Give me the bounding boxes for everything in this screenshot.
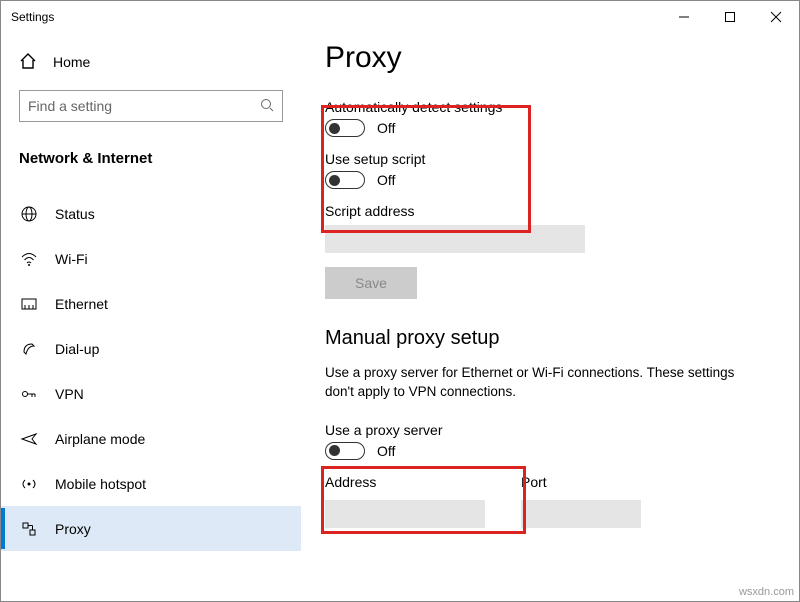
save-button[interactable]: Save — [325, 267, 417, 299]
sidebar-item-airplane[interactable]: Airplane mode — [1, 416, 301, 461]
search-row: Find a setting — [1, 89, 301, 123]
sidebar-item-label: Mobile hotspot — [55, 476, 146, 492]
category-heading: Network & Internet — [1, 143, 301, 173]
sidebar-item-label: Ethernet — [55, 296, 108, 312]
proxy-icon — [19, 520, 39, 538]
manual-description: Use a proxy server for Ethernet or Wi-Fi… — [325, 364, 745, 402]
script-address-label: Script address — [325, 203, 775, 219]
window-buttons — [661, 1, 799, 33]
minimize-button[interactable] — [661, 1, 707, 33]
sidebar-list: Status Wi-Fi Ethernet — [1, 191, 301, 551]
address-label: Address — [325, 474, 485, 490]
wifi-icon — [19, 250, 39, 268]
use-setup-label: Use setup script — [325, 151, 775, 167]
search-placeholder: Find a setting — [28, 98, 260, 114]
sidebar-item-dialup[interactable]: Dial-up — [1, 326, 301, 371]
sidebar-item-vpn[interactable]: VPN — [1, 371, 301, 416]
sidebar-item-label: Airplane mode — [55, 431, 145, 447]
home-label: Home — [53, 54, 90, 70]
close-button[interactable] — [753, 1, 799, 33]
sidebar: Home Find a setting Network & Internet S… — [1, 33, 301, 601]
auto-detect-label: Automatically detect settings — [325, 99, 775, 115]
port-input[interactable] — [521, 500, 641, 528]
ethernet-icon — [19, 295, 39, 313]
home-nav[interactable]: Home — [1, 43, 301, 81]
sidebar-item-wifi[interactable]: Wi-Fi — [1, 236, 301, 281]
sidebar-item-hotspot[interactable]: Mobile hotspot — [1, 461, 301, 506]
dialup-icon — [19, 340, 39, 358]
window-title: Settings — [11, 10, 54, 24]
use-proxy-toggle[interactable] — [325, 442, 365, 460]
use-setup-state: Off — [377, 172, 395, 188]
maximize-button[interactable] — [707, 1, 753, 33]
hotspot-icon — [19, 475, 39, 493]
address-input[interactable] — [325, 500, 485, 528]
address-port-row: Address Port — [325, 474, 775, 542]
use-proxy-toggle-row: Off — [325, 442, 775, 460]
sidebar-item-label: Status — [55, 206, 95, 222]
sidebar-item-label: VPN — [55, 386, 84, 402]
watermark: wsxdn.com — [739, 586, 794, 598]
save-button-label: Save — [355, 275, 387, 291]
sidebar-item-status[interactable]: Status — [1, 191, 301, 236]
page-title: Proxy — [325, 41, 775, 75]
content-pane: Proxy Automatically detect settings Off … — [301, 33, 799, 601]
sidebar-item-ethernet[interactable]: Ethernet — [1, 281, 301, 326]
search-icon — [260, 98, 274, 115]
auto-detect-state: Off — [377, 120, 395, 136]
sidebar-item-label: Proxy — [55, 521, 91, 537]
home-icon — [19, 52, 37, 73]
search-input[interactable]: Find a setting — [19, 90, 283, 122]
auto-detect-toggle[interactable] — [325, 119, 365, 137]
use-proxy-label: Use a proxy server — [325, 422, 775, 438]
globe-icon — [19, 205, 39, 223]
port-label: Port — [521, 474, 641, 490]
sidebar-item-proxy[interactable]: Proxy — [1, 506, 301, 551]
use-setup-toggle[interactable] — [325, 171, 365, 189]
airplane-icon — [19, 430, 39, 448]
settings-window: Settings Home Find a set — [0, 0, 800, 602]
sidebar-item-label: Wi-Fi — [55, 251, 88, 267]
manual-heading: Manual proxy setup — [325, 327, 775, 350]
auto-detect-toggle-row: Off — [325, 119, 775, 137]
titlebar: Settings — [1, 1, 799, 33]
vpn-icon — [19, 385, 39, 403]
sidebar-item-label: Dial-up — [55, 341, 99, 357]
use-setup-toggle-row: Off — [325, 171, 775, 189]
use-proxy-state: Off — [377, 443, 395, 459]
window-body: Home Find a setting Network & Internet S… — [1, 33, 799, 601]
script-address-input[interactable] — [325, 225, 585, 253]
